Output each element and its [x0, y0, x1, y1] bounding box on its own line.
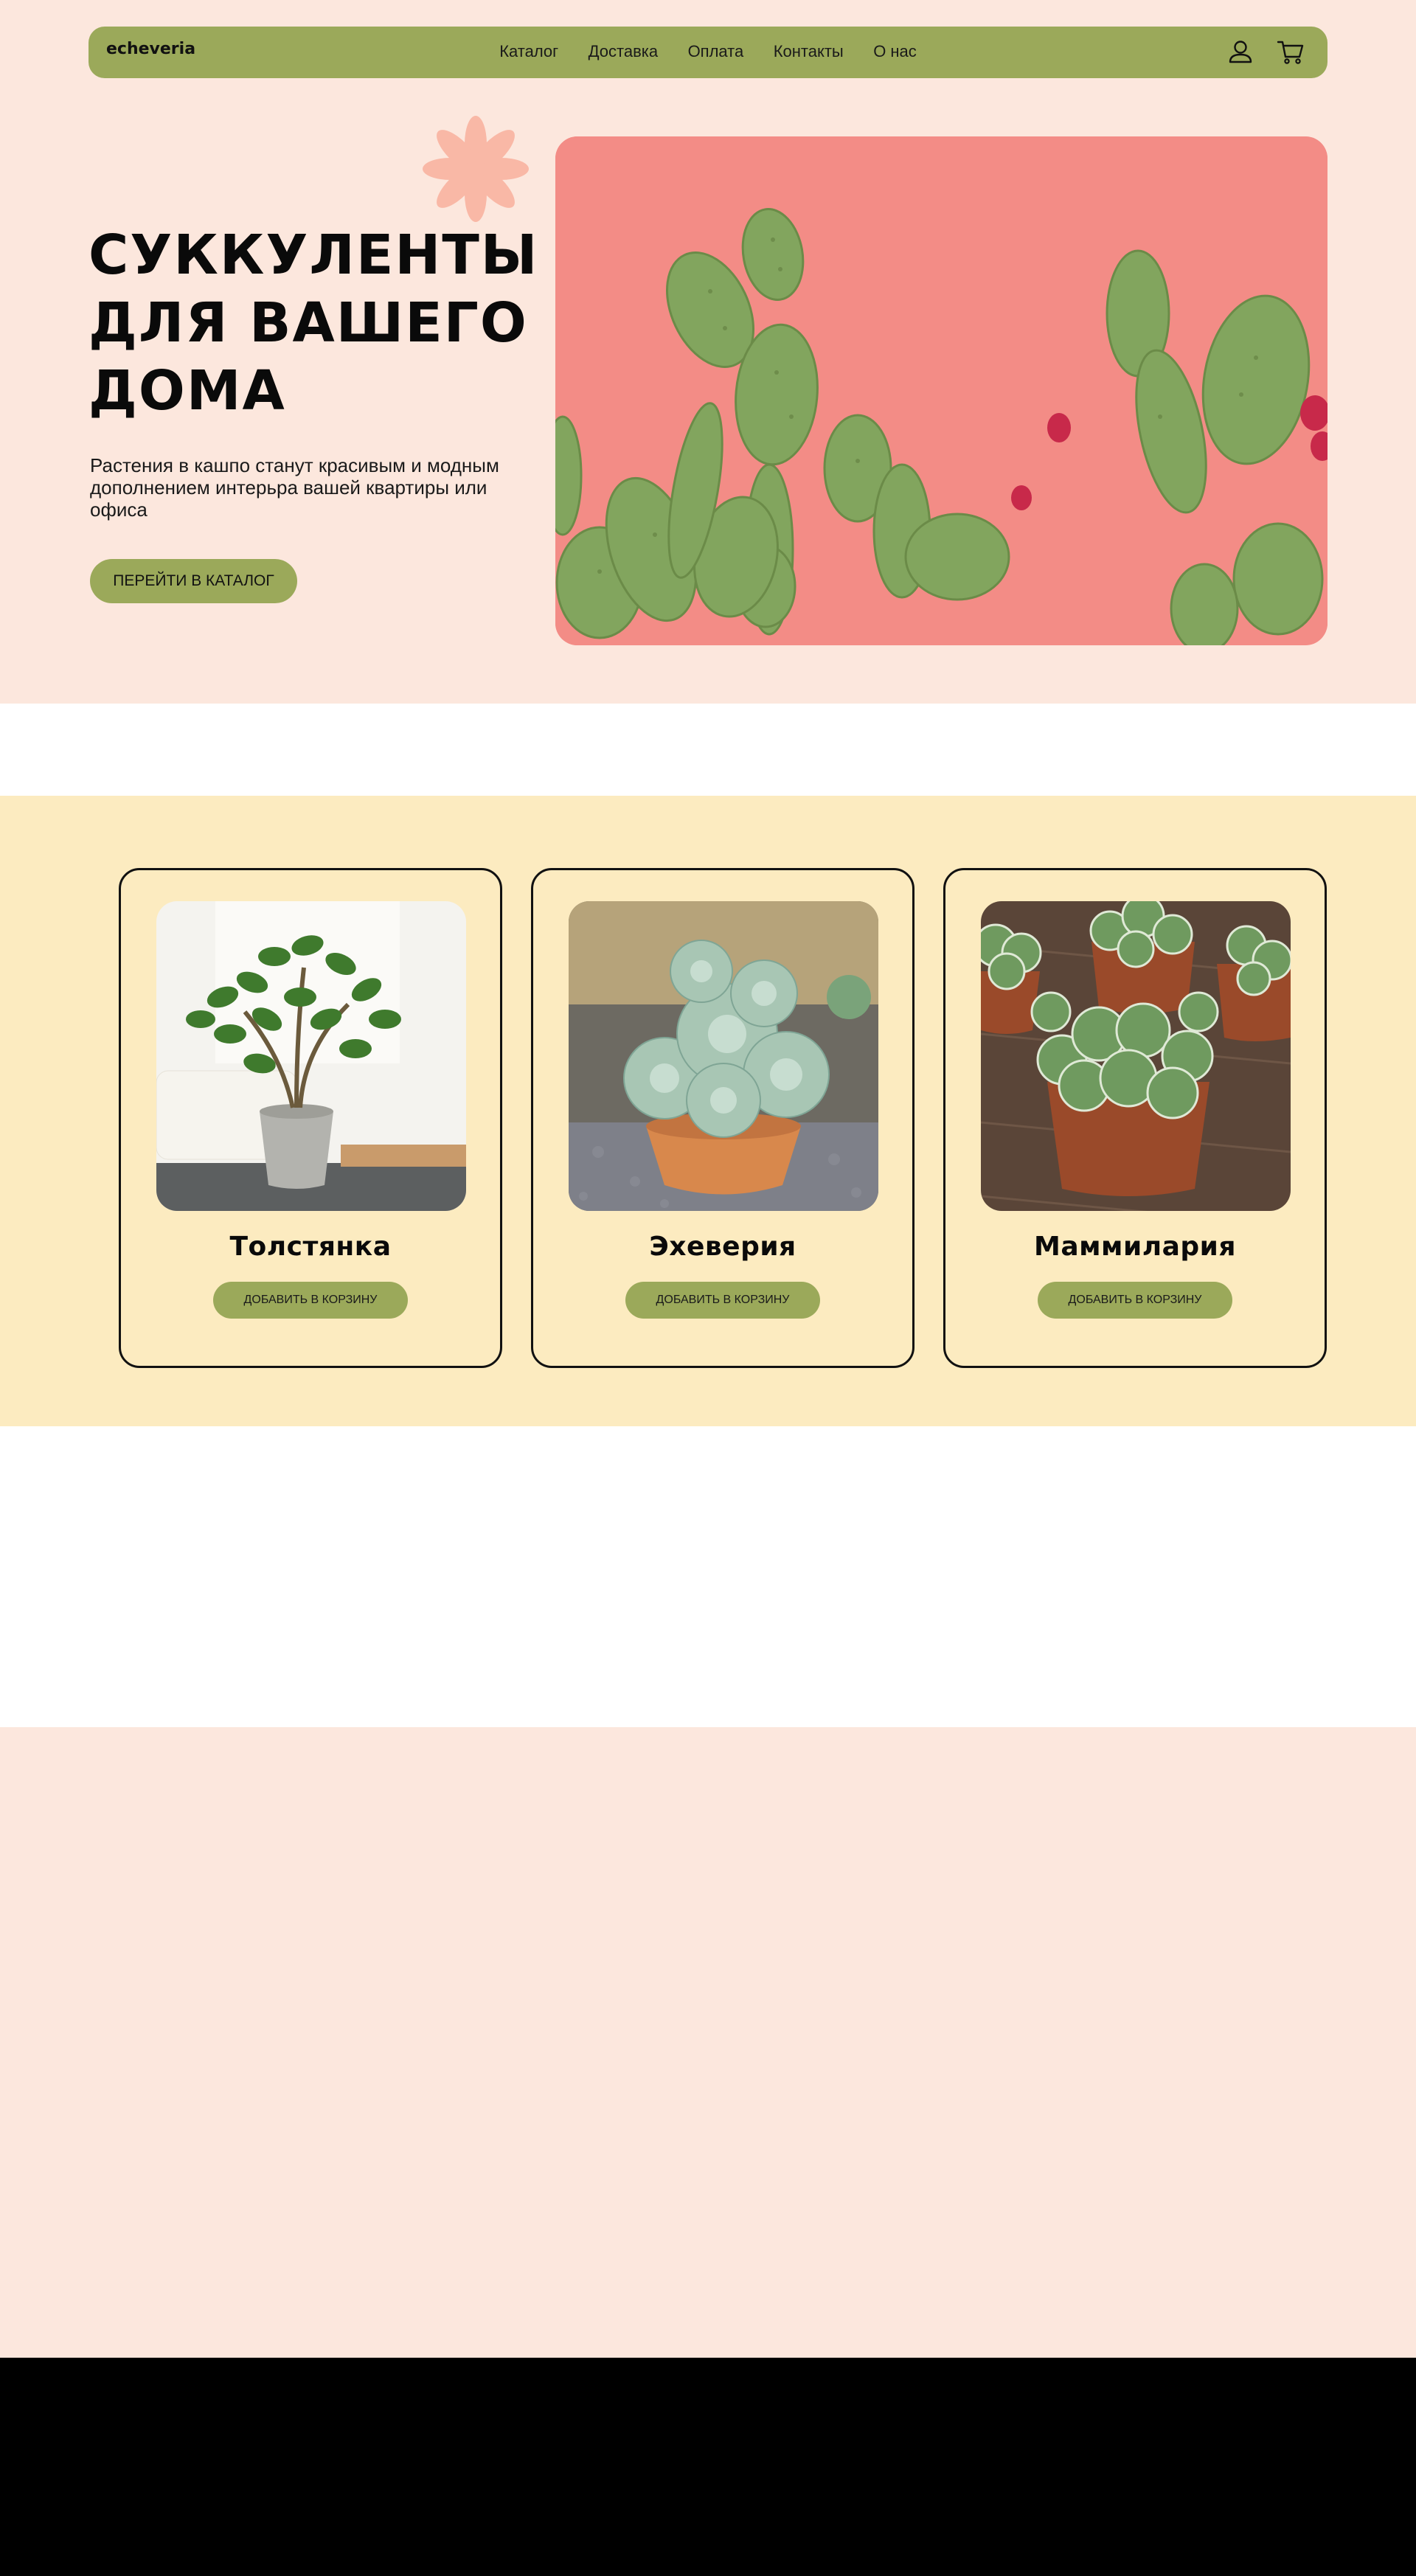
product-image	[156, 901, 466, 1211]
product-card: Маммилария ДОБАВИТЬ В КОРЗИНУ	[943, 868, 1327, 1368]
add-to-cart-button[interactable]: ДОБАВИТЬ В КОРЗИНУ	[1038, 1282, 1232, 1319]
add-to-cart-button[interactable]: ДОБАВИТЬ В КОРЗИНУ	[625, 1282, 820, 1319]
product-card: Толстянка ДОБАВИТЬ В КОРЗИНУ	[119, 868, 502, 1368]
product-name: Эхеверия	[649, 1232, 796, 1262]
empty-section	[0, 1727, 1416, 2358]
user-icon[interactable]	[1226, 37, 1255, 66]
decorative-flower-icon	[423, 116, 529, 222]
hero-cactus-image	[555, 136, 1328, 645]
spacer-white	[0, 1426, 1416, 1727]
hero-title-line: СУККУЛЕНТЫ	[88, 223, 539, 287]
nav-icons	[1226, 37, 1305, 66]
hero-description: Растения в кашпо станут красивым и модны…	[90, 454, 499, 521]
products-section: Толстянка ДОБАВИТЬ В КОРЗИНУ Эхеверия ДО…	[0, 796, 1416, 1426]
hero-title-line: ДЛЯ ВАШЕГО	[88, 291, 528, 355]
spacer-white	[0, 704, 1416, 796]
footer	[0, 2358, 1416, 2576]
hero-title: СУККУЛЕНТЫ ДЛЯ ВАШЕГО ДОМА	[88, 221, 560, 425]
product-card: Эхеверия ДОБАВИТЬ В КОРЗИНУ	[531, 868, 914, 1368]
product-name: Толстянка	[229, 1232, 392, 1262]
nav-link-about[interactable]: О нас	[873, 42, 917, 61]
hero-title-line: ДОМА	[88, 359, 286, 423]
nav-link-payment[interactable]: Оплата	[688, 42, 744, 61]
product-name: Маммилария	[1034, 1232, 1236, 1262]
product-image	[569, 901, 878, 1211]
nav-links: Каталог Доставка Оплата Контакты О нас	[88, 42, 1328, 61]
product-image	[981, 901, 1291, 1211]
nav-link-catalog[interactable]: Каталог	[499, 42, 558, 61]
nav-link-delivery[interactable]: Доставка	[589, 42, 658, 61]
cart-icon[interactable]	[1276, 37, 1305, 66]
add-to-cart-button[interactable]: ДОБАВИТЬ В КОРЗИНУ	[213, 1282, 408, 1319]
hero-section: echeveria Каталог Доставка Оплата Контак…	[0, 0, 1416, 704]
nav-link-contacts[interactable]: Контакты	[774, 42, 844, 61]
top-navbar: echeveria Каталог Доставка Оплата Контак…	[88, 27, 1328, 78]
go-to-catalog-button[interactable]: ПЕРЕЙТИ В КАТАЛОГ	[90, 559, 297, 603]
